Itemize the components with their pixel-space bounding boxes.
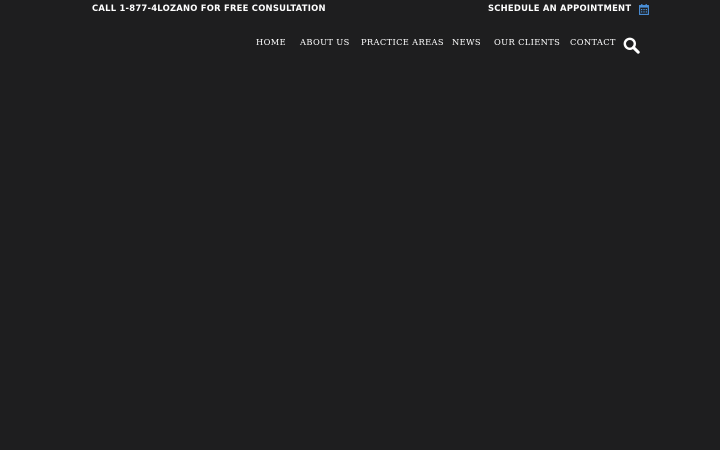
schedule-appointment-link[interactable]: SCHEDULE AN APPOINTMENT — [488, 2, 650, 15]
nav-item-contact[interactable]: CONTACT — [570, 36, 616, 48]
schedule-appointment-label: SCHEDULE AN APPOINTMENT — [488, 3, 632, 13]
call-consultation-link[interactable]: CALL 1-877-4LOZANO FOR FREE CONSULTATION — [92, 2, 326, 14]
search-icon — [623, 37, 640, 54]
nav-item-about-us[interactable]: ABOUT US — [300, 36, 350, 48]
main-navigation: HOME ABOUT US PRACTICE AREAS NEWS OUR CL… — [0, 34, 720, 52]
search-button[interactable] — [623, 37, 640, 54]
nav-item-practice-areas[interactable]: PRACTICE AREAS — [361, 36, 444, 48]
nav-item-home[interactable]: HOME — [256, 36, 286, 48]
page: CALL 1-877-4LOZANO FOR FREE CONSULTATION… — [0, 0, 720, 450]
nav-item-our-clients[interactable]: OUR CLIENTS — [494, 36, 560, 48]
top-bar: CALL 1-877-4LOZANO FOR FREE CONSULTATION… — [0, 0, 720, 16]
nav-item-news[interactable]: NEWS — [452, 36, 481, 48]
calendar-icon — [639, 2, 650, 15]
